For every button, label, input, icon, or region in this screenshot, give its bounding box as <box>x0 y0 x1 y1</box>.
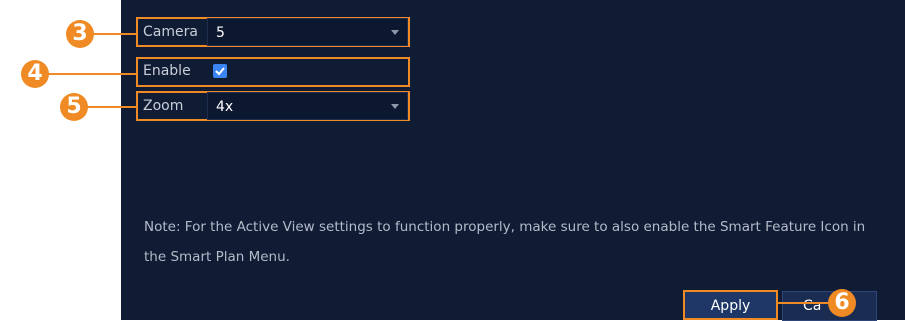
apply-button[interactable]: Apply <box>683 290 778 320</box>
check-icon <box>215 67 225 76</box>
chevron-down-icon <box>391 30 399 35</box>
callout-4-connector <box>47 73 138 75</box>
zoom-value: 4x <box>216 99 234 115</box>
enable-checkbox[interactable] <box>213 64 227 78</box>
zoom-label: Zoom <box>143 98 184 114</box>
camera-value: 5 <box>216 25 225 41</box>
callout-3-connector <box>92 33 138 35</box>
callout-6: 6 <box>828 289 856 317</box>
callout-6-connector <box>777 302 829 304</box>
note-text: Note: For the Active View settings to fu… <box>144 219 866 265</box>
callout-3: 3 <box>66 20 94 48</box>
settings-panel <box>121 0 905 320</box>
callout-5-connector <box>86 106 138 108</box>
camera-select[interactable]: 5 <box>207 18 408 46</box>
callout-5: 5 <box>60 93 88 121</box>
zoom-select[interactable]: 4x <box>207 92 408 120</box>
enable-label: Enable <box>143 63 191 79</box>
camera-label: Camera <box>143 24 198 40</box>
chevron-down-icon <box>391 104 399 109</box>
callout-4: 4 <box>21 60 49 88</box>
